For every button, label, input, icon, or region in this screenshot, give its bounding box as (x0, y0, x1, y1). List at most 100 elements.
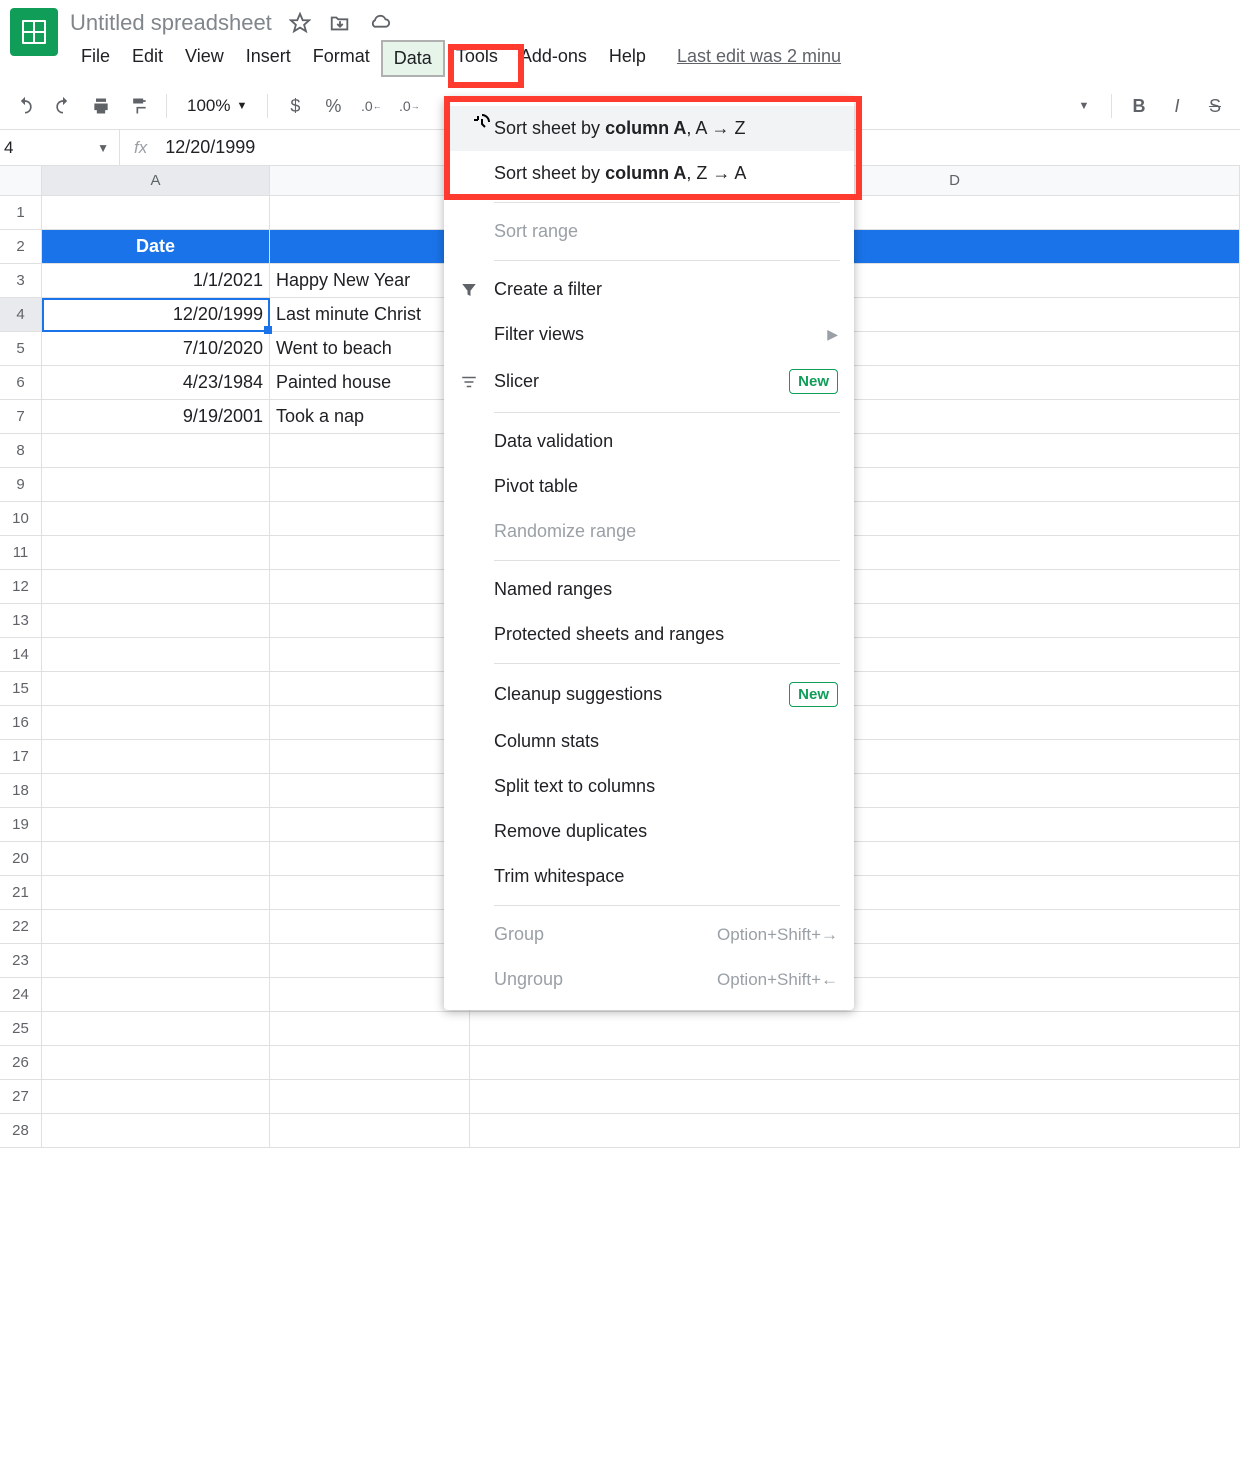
row-header[interactable]: 17 (0, 740, 42, 774)
cell[interactable] (42, 1114, 270, 1147)
cell[interactable] (42, 570, 270, 603)
row-header[interactable]: 18 (0, 774, 42, 808)
cell[interactable] (470, 1080, 1240, 1113)
cell[interactable] (270, 536, 470, 569)
star-icon[interactable] (288, 11, 312, 35)
bold-icon[interactable]: B (1124, 91, 1154, 121)
menu-trim-whitespace[interactable]: Trim whitespace (444, 854, 854, 899)
row-header[interactable]: 14 (0, 638, 42, 672)
cell[interactable]: 12/20/1999 (42, 298, 270, 331)
cell[interactable]: Painted house (270, 366, 470, 399)
cell[interactable] (42, 876, 270, 909)
cell[interactable] (270, 740, 470, 773)
cell[interactable]: 4/23/1984 (42, 366, 270, 399)
menu-sort-za[interactable]: Sort sheet by column A, Z → A (444, 151, 854, 196)
row-header[interactable]: 9 (0, 468, 42, 502)
row-header[interactable]: 3 (0, 264, 42, 298)
cell[interactable] (270, 502, 470, 535)
row-header[interactable]: 6 (0, 366, 42, 400)
row-header[interactable]: 11 (0, 536, 42, 570)
row-header[interactable]: 10 (0, 502, 42, 536)
menu-data[interactable]: Data (381, 40, 445, 77)
menu-insert[interactable]: Insert (235, 40, 302, 77)
menu-column-stats[interactable]: Column stats (444, 719, 854, 764)
cell[interactable] (42, 196, 270, 229)
menu-cleanup[interactable]: Cleanup suggestions New (444, 670, 854, 719)
cell[interactable] (42, 434, 270, 467)
row-header[interactable]: 20 (0, 842, 42, 876)
row-header[interactable]: 12 (0, 570, 42, 604)
cell[interactable] (270, 196, 470, 229)
menu-named-ranges[interactable]: Named ranges (444, 567, 854, 612)
cell[interactable] (42, 944, 270, 977)
redo-icon[interactable] (48, 91, 78, 121)
cell[interactable] (270, 1114, 470, 1147)
cell[interactable] (270, 1046, 470, 1079)
row-header[interactable]: 13 (0, 604, 42, 638)
menu-split-text[interactable]: Split text to columns (444, 764, 854, 809)
menu-view[interactable]: View (174, 40, 235, 77)
italic-icon[interactable]: I (1162, 91, 1192, 121)
menu-sort-az[interactable]: Sort sheet by column A, A → Z (444, 106, 854, 151)
cell[interactable] (42, 842, 270, 875)
cell[interactable] (270, 978, 470, 1011)
row-header[interactable]: 2 (0, 230, 42, 264)
cell[interactable] (270, 468, 470, 501)
percent-icon[interactable]: % (318, 91, 348, 121)
menu-protected-sheets[interactable]: Protected sheets and ranges (444, 612, 854, 657)
chevron-down-icon[interactable]: ▼ (1069, 91, 1099, 121)
menu-pivot-table[interactable]: Pivot table (444, 464, 854, 509)
cell[interactable] (42, 706, 270, 739)
row-header[interactable]: 19 (0, 808, 42, 842)
menu-tools[interactable]: Tools (445, 40, 509, 77)
undo-icon[interactable] (10, 91, 40, 121)
menu-data-validation[interactable]: Data validation (444, 419, 854, 464)
cell[interactable]: Went to beach (270, 332, 470, 365)
row-header[interactable]: 26 (0, 1046, 42, 1080)
cloud-icon[interactable] (368, 11, 392, 35)
print-icon[interactable] (86, 91, 116, 121)
row-header[interactable]: 16 (0, 706, 42, 740)
menu-help[interactable]: Help (598, 40, 657, 77)
cell[interactable] (42, 672, 270, 705)
cell[interactable] (270, 876, 470, 909)
cell[interactable] (470, 1114, 1240, 1147)
cell[interactable] (270, 910, 470, 943)
cell[interactable] (42, 740, 270, 773)
cell[interactable] (270, 672, 470, 705)
doc-title[interactable]: Untitled spreadsheet (70, 10, 272, 36)
cell[interactable] (470, 1046, 1240, 1079)
cell[interactable] (470, 1012, 1240, 1045)
row-header[interactable]: 1 (0, 196, 42, 230)
cell[interactable] (270, 842, 470, 875)
row-header[interactable]: 28 (0, 1114, 42, 1148)
cell[interactable] (270, 434, 470, 467)
cell[interactable] (42, 1080, 270, 1113)
cell[interactable] (270, 1012, 470, 1045)
col-header-b[interactable] (270, 166, 470, 195)
cell[interactable]: Date (42, 230, 270, 263)
row-header[interactable]: 5 (0, 332, 42, 366)
cell[interactable] (270, 230, 470, 263)
cell[interactable]: 1/1/2021 (42, 264, 270, 297)
last-edit-link[interactable]: Last edit was 2 minu (677, 40, 841, 77)
cell[interactable]: Last minute Christ (270, 298, 470, 331)
menu-edit[interactable]: Edit (121, 40, 174, 77)
currency-icon[interactable]: $ (280, 91, 310, 121)
cell[interactable] (42, 978, 270, 1011)
name-box[interactable]: 4 ▼ (0, 130, 120, 165)
menu-create-filter[interactable]: Create a filter (444, 267, 854, 312)
cell[interactable] (42, 910, 270, 943)
cell[interactable]: Took a nap (270, 400, 470, 433)
cell[interactable] (42, 774, 270, 807)
row-header[interactable]: 24 (0, 978, 42, 1012)
col-header-a[interactable]: A (42, 166, 270, 195)
menu-remove-duplicates[interactable]: Remove duplicates (444, 809, 854, 854)
sheets-logo[interactable] (10, 8, 58, 56)
cell[interactable] (270, 604, 470, 637)
strike-icon[interactable]: S (1200, 91, 1230, 121)
cell[interactable] (42, 1012, 270, 1045)
increase-decimal-icon[interactable]: .0→ (394, 91, 424, 121)
cell[interactable] (270, 706, 470, 739)
row-header[interactable]: 22 (0, 910, 42, 944)
